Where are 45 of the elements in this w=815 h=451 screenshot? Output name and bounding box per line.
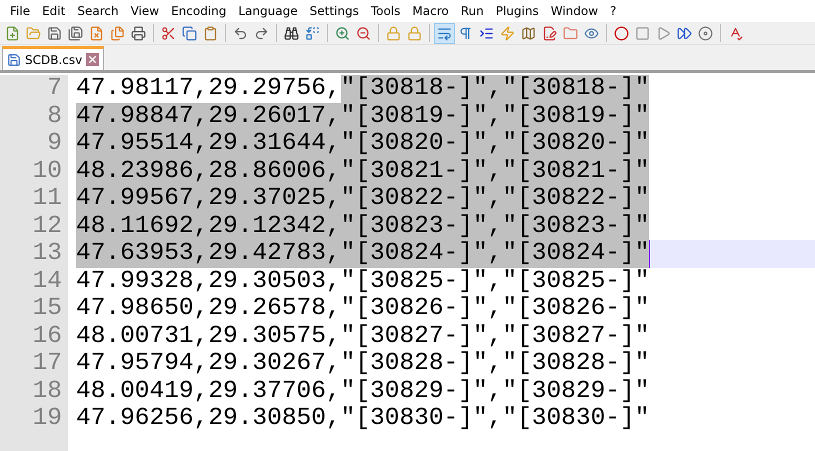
code-text: 47.98650,29.26578,"[30826-]","[30826-]" bbox=[76, 295, 650, 322]
line-number: 8 bbox=[46, 102, 63, 130]
menu-item[interactable]: Settings bbox=[304, 2, 365, 20]
code-text: 48.11692,29.12342,"[30823-]","[30823-]" bbox=[76, 212, 650, 240]
line-number: 16 bbox=[32, 322, 63, 350]
code-text: "[30818-]","[30818-]" bbox=[340, 75, 650, 102]
menu-item[interactable]: Edit bbox=[36, 2, 72, 20]
line-number: 10 bbox=[32, 158, 63, 185]
save-icon bbox=[7, 52, 21, 66]
code-text: 47.98117,29.29756, bbox=[76, 75, 341, 102]
line-number: 11 bbox=[32, 185, 63, 212]
menu-item[interactable]: ? bbox=[604, 2, 622, 20]
code-text: 47.95514,29.31644,"[30820-]","[30820-]" bbox=[76, 130, 650, 158]
code-text: 47.96256,29.30850,"[30830-]","[30830-]" bbox=[76, 405, 650, 432]
code-text: 48.00419,29.37706,"[30829-]","[30829-]" bbox=[76, 378, 650, 405]
file-tab[interactable]: SCDB.csv bbox=[2, 46, 104, 70]
code-text: 47.95794,29.30267,"[30828-]","[30828-]" bbox=[76, 350, 650, 378]
code-text: 48.23986,28.86006,"[30821-]","[30821-]" bbox=[76, 158, 650, 185]
word-wrap-icon[interactable] bbox=[434, 22, 455, 44]
text-cursor bbox=[649, 240, 650, 268]
menu-item[interactable]: Tools bbox=[364, 2, 406, 20]
close-icon[interactable] bbox=[86, 53, 100, 66]
menu-item[interactable]: Macro bbox=[406, 2, 455, 20]
menu-item[interactable]: Encoding bbox=[165, 2, 232, 20]
line-number: 17 bbox=[32, 350, 63, 378]
code-text: 47.99328,29.30503,"[30825-]","[30825-]" bbox=[76, 268, 650, 295]
line-number: 12 bbox=[32, 212, 63, 240]
line-number: 15 bbox=[32, 295, 63, 322]
code-text: 48.00731,29.30575,"[30827-]","[30827-]" bbox=[76, 322, 650, 350]
code-text: 47.63953,29.42783,"[30824-]","[30824-]" bbox=[76, 240, 650, 268]
code-text: 47.99567,29.37025,"[30822-]","[30822-]" bbox=[76, 185, 650, 212]
line-number: 9 bbox=[46, 130, 63, 158]
menu-item[interactable]: Run bbox=[454, 2, 490, 20]
menu-item[interactable]: Window bbox=[544, 2, 604, 20]
menu-item[interactable]: Language bbox=[232, 2, 304, 20]
line-number: 13 bbox=[32, 240, 63, 268]
menu-item[interactable]: File bbox=[4, 2, 36, 20]
line-number: 7 bbox=[46, 75, 63, 102]
menu-item[interactable]: Search bbox=[71, 2, 125, 20]
line-number: 19 bbox=[32, 405, 63, 432]
menu-item[interactable]: Plugins bbox=[490, 2, 545, 20]
code-text: 47.98847,29.26017,"[30819-]","[30819-]" bbox=[76, 102, 650, 130]
menu-item[interactable]: View bbox=[124, 2, 166, 20]
line-number: 14 bbox=[32, 268, 63, 295]
line-number: 18 bbox=[32, 378, 63, 405]
